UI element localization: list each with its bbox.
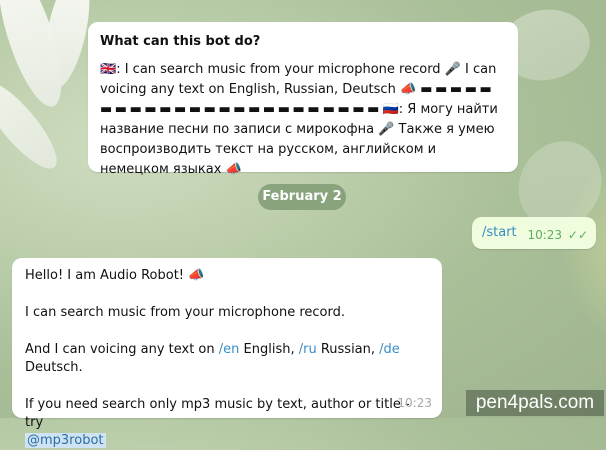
message-meta: 10:23 ✓✓ [527, 228, 588, 242]
cmd-de-link[interactable]: /de [379, 342, 400, 357]
lang-ru-text: Russian, [316, 342, 380, 357]
date-separator: February 2 [258, 184, 346, 210]
mp3robot-mention-link[interactable]: @mp3robot [25, 433, 106, 448]
description-line-en: : I can search music from your microphon… [116, 62, 441, 77]
cmd-ru-link[interactable]: /ru [299, 342, 317, 357]
megaphone-icon: 📣 [399, 82, 417, 97]
language-line-prefix: And I can voicing any text on [25, 342, 219, 357]
megaphone-icon: 📣 [188, 268, 205, 283]
cmd-en-link[interactable]: /en [219, 342, 240, 357]
incoming-message[interactable]: Hello! I am Audio Robot! 📣 I can search … [12, 258, 442, 448]
outgoing-message[interactable]: /start 10:23 ✓✓ [472, 217, 596, 249]
message-line: I can search music from your microphone … [25, 305, 345, 320]
ru-flag-icon: 🇷🇺 [382, 102, 399, 117]
microphone-icon: 🎤 [444, 62, 461, 77]
uk-flag-icon: 🇬🇧 [100, 62, 117, 77]
bot-description-card: What can this bot do? 🇬🇧: I can search m… [88, 22, 518, 177]
separator-dashes: ▬ ▬ ▬ ▬ ▬ [420, 82, 492, 97]
greeting-text: Hello! I am Audio Robot! [25, 268, 185, 283]
separator-dashes: ▬ ▬ ▬ ▬ ▬ ▬ ▬ ▬ ▬ ▬ ▬ ▬ ▬ ▬ ▬ [100, 102, 320, 117]
megaphone-icon: 📣 [225, 162, 242, 177]
message-time: 10:23 [527, 228, 563, 242]
lang-de-text: Deutsch. [25, 360, 83, 375]
read-receipt-icon: ✓✓ [567, 228, 588, 242]
start-command[interactable]: /start [482, 225, 517, 240]
bot-description-title: What can this bot do? [100, 34, 261, 49]
site-watermark: pen4pals.com [466, 390, 604, 416]
message-time: 10:23 [397, 396, 432, 410]
microphone-icon: 🎤 [378, 122, 395, 137]
separator-dashes: ▬ ▬ ▬ ▬ [322, 102, 380, 117]
greeting-line: Hello! I am Audio Robot! 📣 [25, 267, 429, 285]
language-line: And I can voicing any text on /en Englis… [25, 341, 429, 377]
lang-en-text: English, [239, 342, 299, 357]
mp3-hint-text: If you need search only mp3 music by tex… [25, 397, 410, 430]
mp3-hint-line: If you need search only mp3 music by tex… [25, 396, 429, 450]
bot-description-text: 🇬🇧: I can search music from your microph… [100, 60, 506, 180]
